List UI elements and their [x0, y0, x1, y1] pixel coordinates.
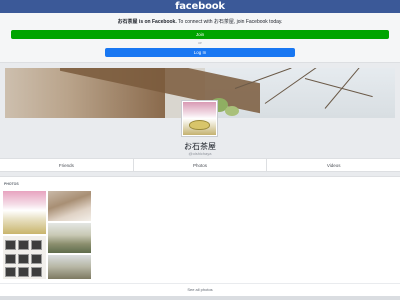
see-all-photos-link[interactable]: See all photos — [0, 283, 400, 292]
photo-thumbnail[interactable] — [48, 255, 91, 279]
photo-tile — [31, 240, 42, 250]
signup-message: お石茶屋 is on Facebook. To connect with お石茶… — [0, 18, 400, 25]
page-name-bold: お石茶屋 is on Facebook. — [117, 19, 177, 25]
or-separator: or — [198, 40, 202, 45]
photos-section-label: PHOTOS — [4, 182, 19, 186]
photo-thumbnail[interactable] — [3, 236, 46, 279]
footer-bar — [0, 296, 400, 300]
tab-videos[interactable]: Videos — [267, 159, 400, 171]
photo-tile — [18, 240, 29, 250]
photos-section: PHOTOS See all photos — [0, 176, 400, 296]
photo-thumbnail[interactable] — [3, 191, 46, 234]
profile-tabs: Friends Photos Videos — [0, 158, 400, 172]
profile-picture[interactable] — [181, 100, 218, 137]
login-button[interactable]: Log In — [105, 48, 295, 57]
facebook-logo[interactable]: facebook — [175, 1, 225, 12]
cover-foliage — [225, 106, 239, 116]
photo-tile — [18, 254, 29, 264]
photo-tile — [5, 267, 16, 277]
signup-banner: お石茶屋 is on Facebook. To connect with お石茶… — [0, 13, 400, 63]
photo-tile — [5, 254, 16, 264]
photo-thumbnail[interactable] — [48, 191, 91, 221]
photo-tile — [31, 267, 42, 277]
top-bar: facebook — [0, 0, 400, 13]
tab-photos[interactable]: Photos — [134, 159, 268, 171]
photo-tile — [5, 240, 16, 250]
join-button[interactable]: Join — [11, 30, 389, 39]
photo-tile — [31, 254, 42, 264]
profile-handle: @oishichaya — [188, 151, 212, 156]
bowl-shape — [189, 120, 210, 130]
tab-friends[interactable]: Friends — [0, 159, 134, 171]
photo-thumbnail[interactable] — [48, 223, 91, 253]
profile-picture-image — [183, 102, 216, 135]
signup-message-text: To connect with お石茶屋, join Facebook toda… — [176, 19, 283, 25]
photo-tile — [18, 267, 29, 277]
